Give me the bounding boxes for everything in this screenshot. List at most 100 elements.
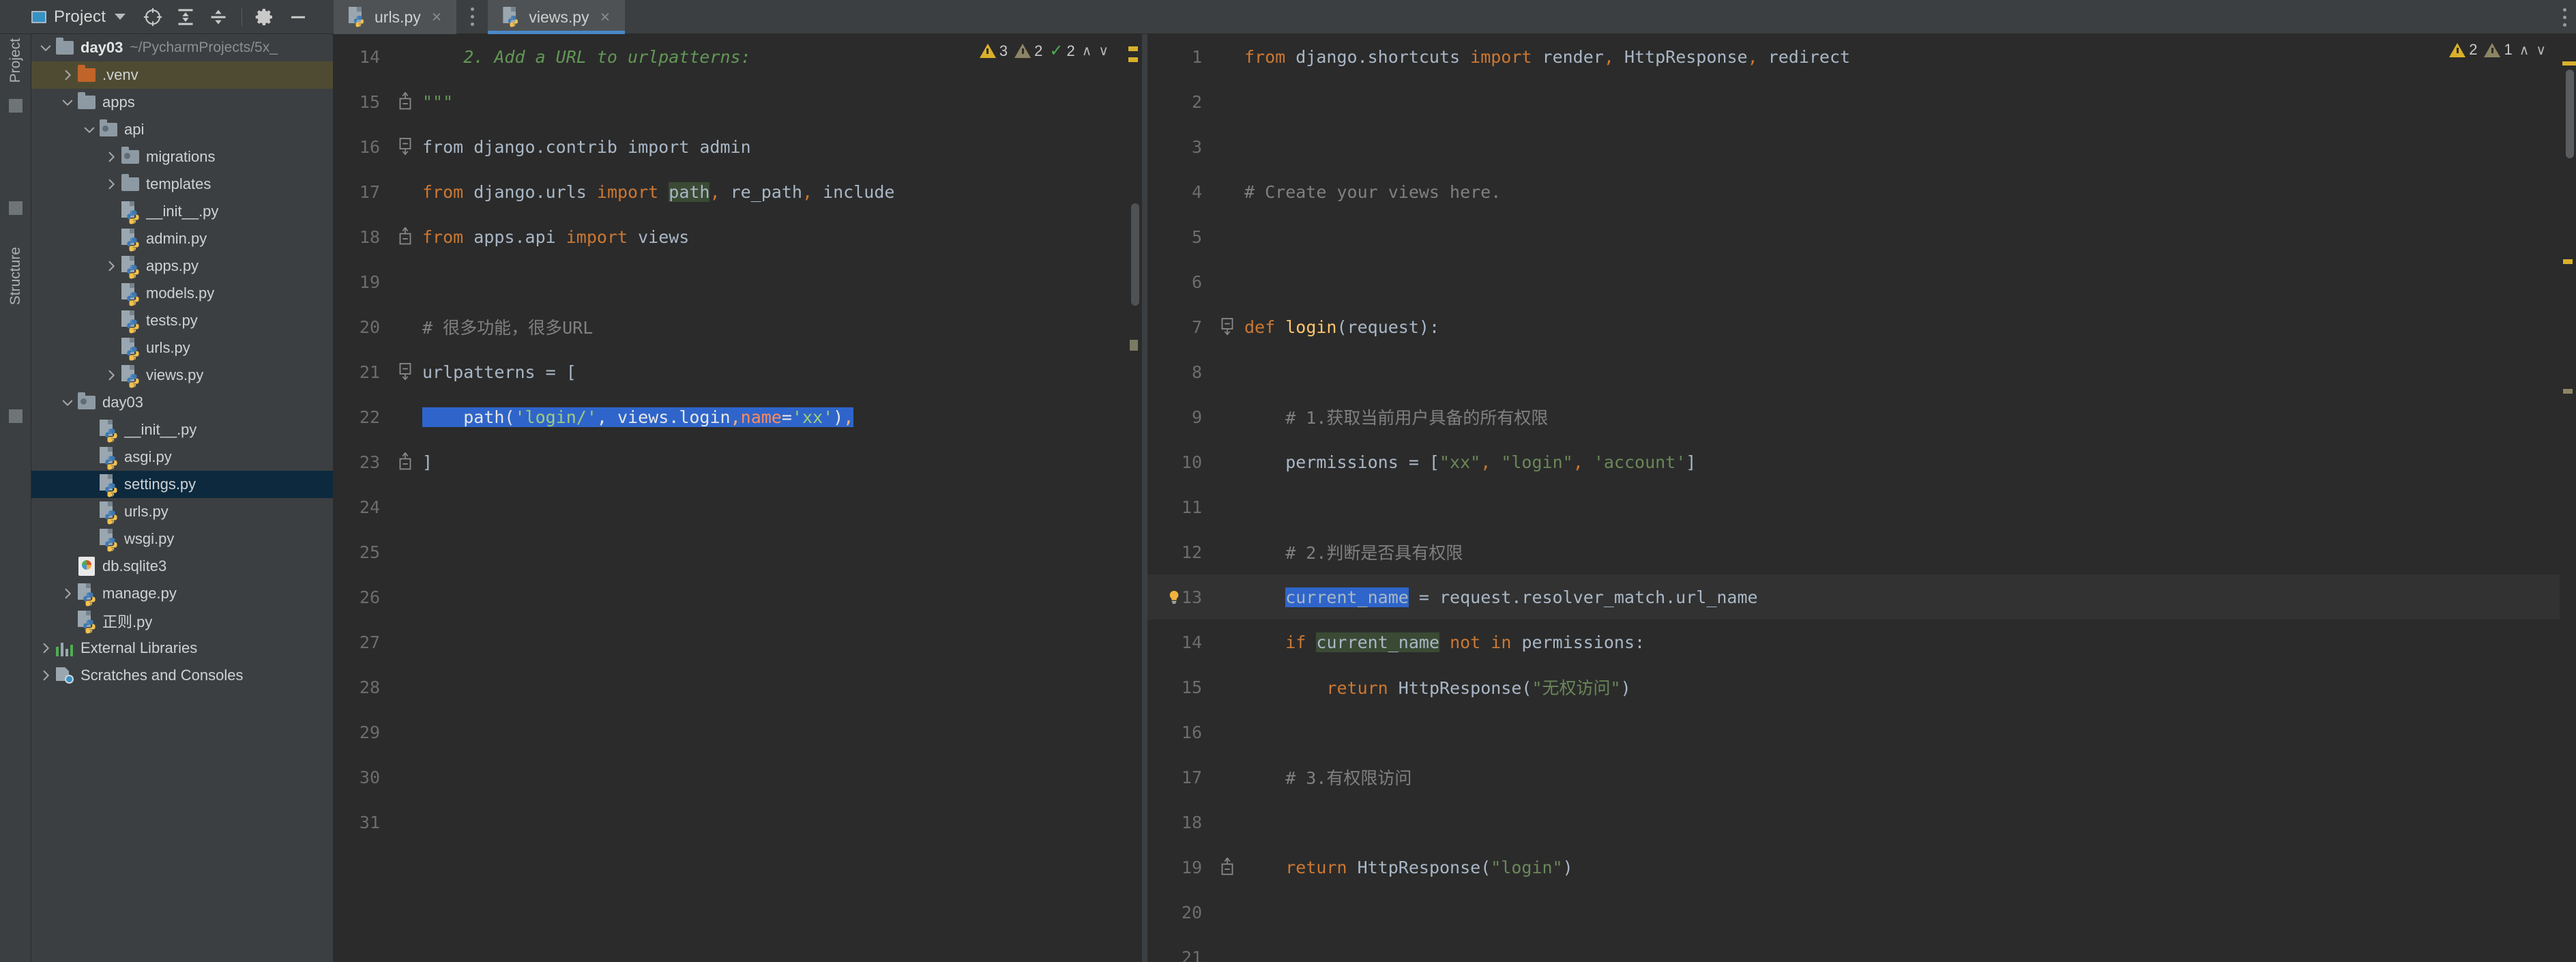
code-line[interactable]: 30 — [334, 755, 1141, 800]
error-stripe-left[interactable] — [1125, 34, 1141, 962]
chevron-down-icon[interactable] — [115, 14, 126, 20]
close-icon[interactable]: × — [600, 8, 611, 26]
hide-tool-window-icon[interactable] — [282, 2, 314, 32]
code-line[interactable]: 21 urlpatterns = [ — [334, 349, 1141, 394]
code-line[interactable]: 29 — [334, 710, 1141, 755]
tree-item-settings-py[interactable]: settings.py — [31, 471, 333, 498]
tree-item-apps[interactable]: apps — [31, 89, 333, 116]
code-line[interactable]: 21 — [1147, 935, 2576, 962]
tree-expand-arrow[interactable] — [80, 123, 98, 136]
code-line[interactable]: 12 # 2.判断是否具有权限 — [1147, 529, 2576, 574]
inspection-widget-left[interactable]: 3 2 ✓ 2 ∧ ∨ — [979, 41, 1109, 61]
next-problem-chevron-down-icon[interactable]: ∨ — [2536, 42, 2546, 59]
intention-bulb-icon[interactable] — [1167, 587, 1182, 607]
stripe-mark-weak[interactable] — [1130, 340, 1138, 351]
tree-item-urls-py[interactable]: urls.py — [31, 334, 333, 362]
tree-item-migrations[interactable]: migrations — [31, 143, 333, 171]
code-line[interactable]: 13 current_name = request.resolver_match… — [1147, 574, 2576, 620]
tree-item-py[interactable]: 正则.py — [31, 607, 333, 635]
vertical-scrollbar-thumb-right[interactable] — [2566, 70, 2574, 158]
tree-item-init-py[interactable]: __init__.py — [31, 198, 333, 225]
code-folding-marker[interactable] — [391, 91, 420, 112]
code-line[interactable]: 15 return HttpResponse("无权访问") — [1147, 665, 2576, 710]
tree-item-db-sqlite3[interactable]: db.sqlite3 — [31, 553, 333, 580]
tree-expand-arrow[interactable] — [102, 259, 120, 273]
code-folding-marker[interactable] — [1213, 857, 1242, 877]
code-line[interactable]: 9 # 1.获取当前用户具备的所有权限 — [1147, 394, 2576, 439]
tree-item-manage-py[interactable]: manage.py — [31, 580, 333, 607]
tree-item-admin-py[interactable]: admin.py — [31, 225, 333, 252]
code-line[interactable]: 20 — [1147, 890, 2576, 935]
editor-splitter[interactable] — [1142, 34, 1147, 962]
tree-expand-arrow[interactable] — [102, 368, 120, 382]
code-line[interactable]: 3 — [1147, 124, 2576, 169]
tab-options-kebab-icon[interactable] — [456, 0, 488, 33]
code-line[interactable]: 22 path('login/', views.login,name='xx')… — [334, 394, 1141, 439]
close-icon[interactable]: × — [432, 8, 442, 26]
expand-all-icon[interactable] — [169, 2, 202, 32]
tree-item-models-py[interactable]: models.py — [31, 280, 333, 307]
tree-item-wsgi-py[interactable]: wsgi.py — [31, 525, 333, 553]
code-folding-marker[interactable] — [391, 136, 420, 157]
code-folding-marker[interactable] — [391, 452, 420, 472]
tree-item-api[interactable]: api — [31, 116, 333, 143]
vertical-scrollbar-thumb-left[interactable] — [1131, 203, 1139, 306]
code-line[interactable]: 31 — [334, 800, 1141, 845]
code-line[interactable]: 27 — [334, 620, 1141, 665]
stripe-mark-weak[interactable] — [2563, 389, 2573, 394]
code-lines-right[interactable]: 1 from django.shortcuts import render, Ht… — [1147, 34, 2576, 962]
code-line[interactable]: 10 permissions = ["xx", "login", 'accoun… — [1147, 439, 2576, 484]
code-line[interactable]: 19 return HttpResponse("login") — [1147, 845, 2576, 890]
code-line[interactable]: 26 — [334, 574, 1141, 620]
error-stripe-right[interactable] — [2560, 34, 2576, 962]
tree-expand-arrow[interactable] — [37, 641, 55, 655]
tree-item-tests-py[interactable]: tests.py — [31, 307, 333, 334]
code-line[interactable]: 2 — [1147, 79, 2576, 124]
code-line[interactable]: 18 — [1147, 800, 2576, 845]
tree-expand-arrow[interactable] — [37, 41, 55, 55]
code-line[interactable]: 17 from django.urls import path, re_path,… — [334, 169, 1141, 214]
next-problem-chevron-down-icon[interactable]: ∨ — [1098, 42, 1109, 59]
code-line[interactable]: 15 """ — [334, 79, 1141, 124]
code-line[interactable]: 17 # 3.有权限访问 — [1147, 755, 2576, 800]
stripe-mark-warning[interactable] — [1128, 46, 1138, 51]
tab-urls-py[interactable]: urls.py × — [334, 0, 457, 34]
tree-expand-arrow[interactable] — [59, 587, 76, 600]
tree-expand-arrow[interactable] — [102, 177, 120, 191]
tree-item-day03[interactable]: day03 ~/PycharmProjects/5x_ — [31, 34, 333, 61]
warning-count-left[interactable]: 3 — [979, 42, 1008, 60]
code-line[interactable]: 11 — [1147, 484, 2576, 529]
code-line[interactable]: 8 — [1147, 349, 2576, 394]
code-line[interactable]: 6 — [1147, 259, 2576, 304]
code-line[interactable]: 7 def login(request): — [1147, 304, 2576, 349]
stripe-mark-warning[interactable] — [2562, 61, 2576, 65]
tree-expand-arrow[interactable] — [59, 68, 76, 82]
code-line[interactable]: 25 — [334, 529, 1141, 574]
tree-item-external-libraries[interactable]: External Libraries — [31, 635, 333, 662]
weak-warning-count-left[interactable]: 2 — [1014, 42, 1042, 60]
ok-count-left[interactable]: ✓ 2 — [1049, 41, 1074, 61]
code-line[interactable]: 24 — [334, 484, 1141, 529]
collapse-all-icon[interactable] — [202, 2, 235, 32]
code-line[interactable]: 23] — [334, 439, 1141, 484]
code-line[interactable]: 14 if current_name not in permissions: — [1147, 620, 2576, 665]
code-line[interactable]: 18 from apps.api import views — [334, 214, 1141, 259]
settings-gear-icon[interactable] — [249, 2, 282, 32]
code-folding-marker[interactable] — [1213, 317, 1242, 337]
prev-problem-chevron-up-icon[interactable]: ∧ — [2519, 42, 2530, 59]
tree-expand-arrow[interactable] — [59, 396, 76, 409]
locate-icon[interactable] — [136, 2, 169, 32]
tree-item-templates[interactable]: templates — [31, 171, 333, 198]
code-line[interactable]: 16 from django.contrib import admin — [334, 124, 1141, 169]
project-tree[interactable]: day03 ~/PycharmProjects/5x_ .venv apps api mi… — [31, 34, 334, 962]
tree-item-views-py[interactable]: views.py — [31, 362, 333, 389]
tree-item-venv[interactable]: .venv — [31, 61, 333, 89]
tool-strip-structure-label[interactable]: Structure — [8, 247, 24, 305]
stripe-mark-warning[interactable] — [2563, 259, 2573, 264]
code-line[interactable]: 1 from django.shortcuts import render, Ht… — [1147, 34, 2576, 79]
code-folding-marker[interactable] — [391, 362, 420, 382]
tab-views-py[interactable]: views.py × — [488, 0, 626, 34]
project-tool-window-button[interactable]: Project — [31, 8, 126, 27]
tree-expand-arrow[interactable] — [37, 669, 55, 682]
code-folding-marker[interactable] — [391, 227, 420, 247]
